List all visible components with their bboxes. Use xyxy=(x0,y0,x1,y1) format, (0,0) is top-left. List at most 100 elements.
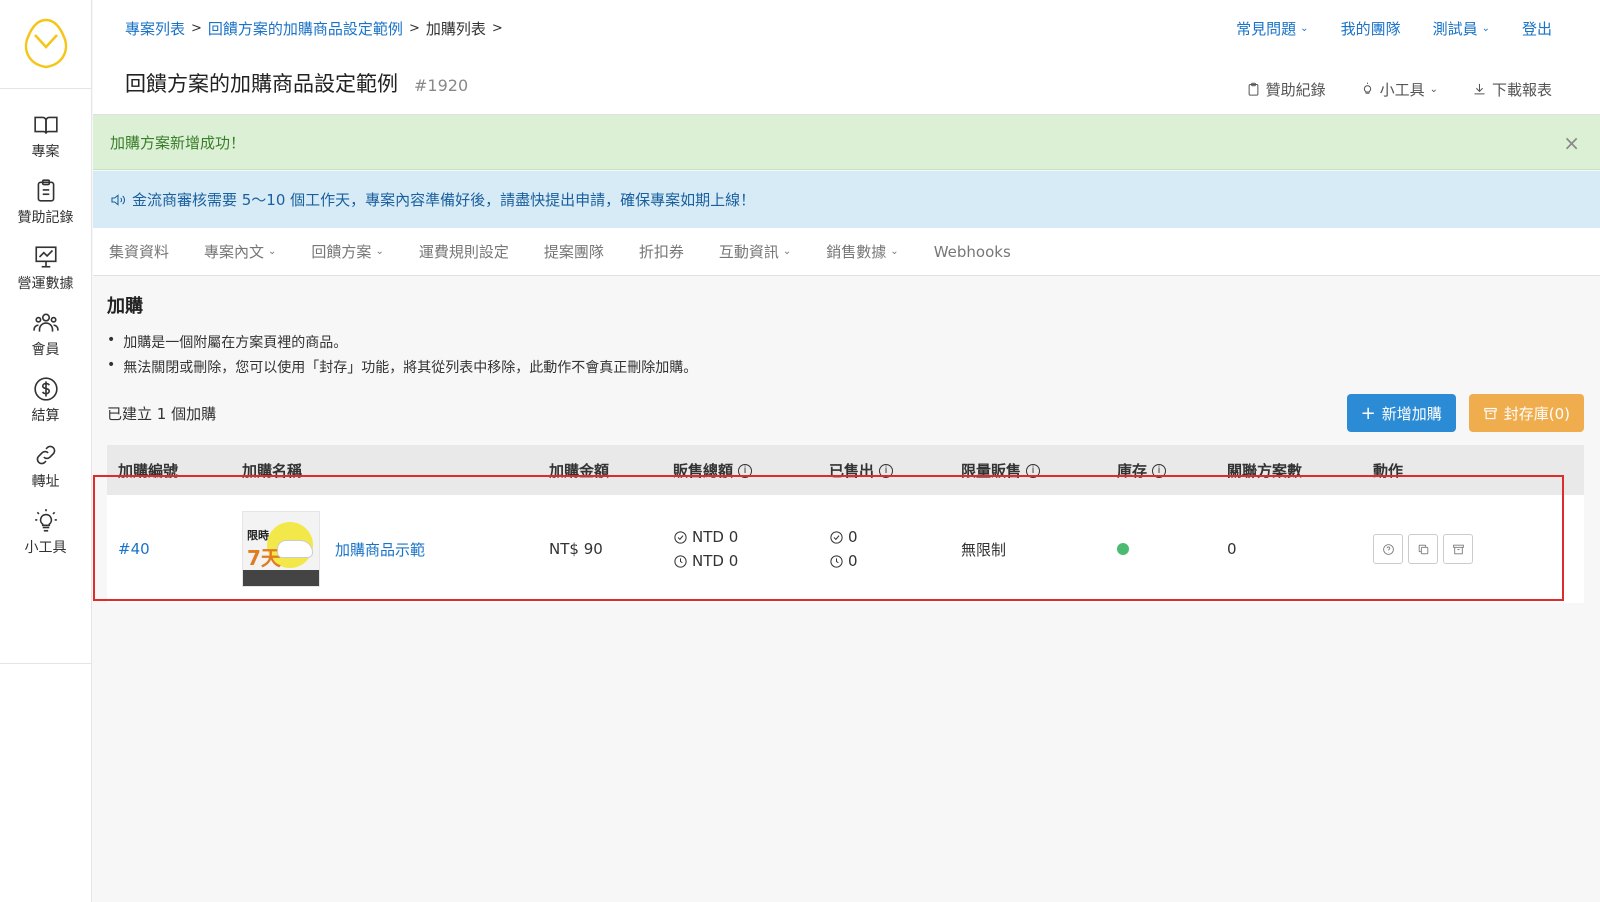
table-header-row: 加購編號 加購名稱 加購金額 販售總額 i 已售出 i 限量販售 i 庫存 i 關聯方案… xyxy=(107,445,1584,495)
sidebar-nav: 專案 贊助記錄 營運數據 會員 結算 轉址 小工具 xyxy=(0,89,91,664)
info-icon[interactable]: i xyxy=(879,464,894,478)
check-circle-icon xyxy=(830,530,843,544)
chevron-right-icon: > xyxy=(491,21,503,36)
archive-label: 封存庫(0) xyxy=(1503,404,1570,423)
download-report-button[interactable]: 下載報表 xyxy=(1472,79,1552,100)
page-title: 回饋方案的加購商品設定範例 #1920 xyxy=(125,68,468,98)
info-icon[interactable]: i xyxy=(738,464,753,478)
sold-cell: 0 0 xyxy=(818,495,950,603)
project-tabs: 集資資料 專案內文 ⌄ 回饋方案 ⌄ 運費規則設定 提案團隊 折扣券 互動資訊 ⌄ 銷… xyxy=(93,228,1600,276)
addon-name-link[interactable]: 加購商品示範 xyxy=(335,539,425,560)
addon-id-link[interactable]: #40 xyxy=(118,540,150,558)
sidebar-item-projects[interactable]: 專案 xyxy=(0,103,91,169)
sidebar-item-members[interactable]: 會員 xyxy=(0,301,91,367)
product-thumbnail: 限時 7天 xyxy=(242,511,320,587)
archive-icon xyxy=(1484,407,1497,419)
archive-row-button[interactable] xyxy=(1443,534,1473,564)
my-team-link[interactable]: 我的團隊 xyxy=(1341,18,1401,39)
related-plans-cell: 0 xyxy=(1227,540,1237,558)
tab-webhooks[interactable]: Webhooks xyxy=(934,243,1011,261)
col-header: 加購金額 xyxy=(549,461,610,480)
success-message: 加購方案新增成功！ xyxy=(110,133,246,152)
tab-shipping-rules[interactable]: 運費規則設定 xyxy=(419,241,509,262)
breadcrumb-projects[interactable]: 專案列表 xyxy=(125,18,185,39)
chevron-down-icon: ⌄ xyxy=(1429,84,1438,95)
faq-menu[interactable]: 常見問題 ⌄ xyxy=(1236,18,1308,39)
plus-icon: + xyxy=(1360,402,1376,424)
actions-cell xyxy=(1362,495,1584,603)
info-icon[interactable]: i xyxy=(1152,464,1167,478)
tab-funding-info[interactable]: 集資資料 xyxy=(109,241,169,262)
breadcrumb-project[interactable]: 回饋方案的加購商品設定範例 xyxy=(208,18,403,39)
link-icon xyxy=(36,445,55,464)
close-icon[interactable]: × xyxy=(1563,131,1580,155)
header: 專案列表 > 回饋方案的加購商品設定範例 > 加購列表 > 常見問題 ⌄ 我的團隊… xyxy=(93,0,1600,115)
chevron-down-icon: ⌄ xyxy=(1481,23,1490,34)
tab-reward-plans[interactable]: 回饋方案 ⌄ xyxy=(311,241,383,262)
main-content: 加購 加購是一個附屬在方案頁裡的商品。 無法關閉或刪除，您可以使用「封存」功能，… xyxy=(107,276,1584,603)
note-item: 加購是一個附屬在方案頁裡的商品。 xyxy=(107,332,1584,352)
chevron-down-icon: ⌄ xyxy=(268,246,277,257)
tab-label: 回饋方案 xyxy=(311,243,372,261)
breadcrumb-current: 加購列表 xyxy=(425,20,486,38)
sidebar-item-redirect[interactable]: 轉址 xyxy=(0,433,91,499)
add-addon-label: 新增加購 xyxy=(1381,404,1442,423)
book-icon xyxy=(33,116,58,134)
sidebar-item-label: 轉址 xyxy=(31,473,60,490)
tab-sales-data[interactable]: 銷售數據 ⌄ xyxy=(826,241,898,262)
user-menu[interactable]: 測試員 ⌄ xyxy=(1433,18,1490,39)
sidebar-item-sponsor-records[interactable]: 贊助記錄 xyxy=(0,169,91,235)
addon-name-cell: 限時 7天 加購商品示範 xyxy=(231,495,538,603)
sales-pending: NTD 0 xyxy=(673,552,818,570)
clock-icon xyxy=(830,554,843,568)
help-button[interactable] xyxy=(1373,534,1403,564)
sold-pending: 0 xyxy=(829,552,950,570)
sidebar-item-tools[interactable]: 小工具 xyxy=(0,499,91,565)
sponsor-log-button[interactable]: 贊助紀錄 xyxy=(1246,79,1326,100)
logout-link[interactable]: 登出 xyxy=(1522,18,1552,39)
archive-button[interactable]: 封存庫(0) xyxy=(1468,394,1584,432)
question-icon xyxy=(1382,543,1394,555)
info-icon[interactable]: i xyxy=(1026,464,1041,478)
logo[interactable] xyxy=(0,0,91,89)
tab-coupons[interactable]: 折扣券 xyxy=(639,241,684,262)
sold-pending-value: 0 xyxy=(848,552,858,570)
sidebar-item-label: 結算 xyxy=(31,407,60,424)
stock-cell xyxy=(1106,495,1216,603)
tab-team[interactable]: 提案團隊 xyxy=(544,241,604,262)
sidebar-item-settlement[interactable]: 結算 xyxy=(0,367,91,433)
widgets-menu[interactable]: 小工具 ⌄ xyxy=(1360,79,1438,100)
col-header-label: 限量販售 xyxy=(961,461,1022,480)
sales-confirmed: NTD 0 xyxy=(673,528,818,546)
add-addon-button[interactable]: + 新增加購 xyxy=(1346,394,1456,432)
chevron-right-icon: > xyxy=(408,21,420,36)
archive-icon xyxy=(1452,544,1464,554)
sales-confirmed-value: NTD 0 xyxy=(692,528,739,546)
summary-row: 已建立 1 個加購 + 新增加購 封存庫(0) xyxy=(107,393,1584,433)
col-header: 關聯方案數 xyxy=(1227,461,1303,480)
col-header: 加購名稱 xyxy=(242,461,303,480)
download-label: 下載報表 xyxy=(1491,81,1552,99)
tab-project-content[interactable]: 專案內文 ⌄ xyxy=(204,241,276,262)
addon-table: 加購編號 加購名稱 加購金額 販售總額 i 已售出 i 限量販售 i 庫存 i 關聯方案… xyxy=(107,445,1584,603)
sales-total: NTD 0 NTD 0 xyxy=(673,528,818,570)
col-header-label: 販售總額 xyxy=(673,461,734,480)
clipboard-icon xyxy=(37,178,54,202)
speaker-icon xyxy=(111,193,125,206)
sidebar: 專案 贊助記錄 營運數據 會員 結算 轉址 小工具 xyxy=(0,0,92,902)
copy-button[interactable] xyxy=(1408,534,1438,564)
sidebar-item-label: 專案 xyxy=(31,143,60,160)
download-icon xyxy=(1474,83,1485,95)
chevron-down-icon: ⌄ xyxy=(375,246,384,257)
tab-label: 互動資訊 xyxy=(718,243,779,261)
addon-count: 已建立 1 個加購 xyxy=(107,404,217,423)
addon-price: NT$ 90 xyxy=(549,540,603,558)
sidebar-item-label: 營運數據 xyxy=(17,275,74,292)
limit-cell: 無限制 xyxy=(961,540,1007,559)
sidebar-item-operations[interactable]: 營運數據 xyxy=(0,235,91,301)
tab-interactions[interactable]: 互動資訊 ⌄ xyxy=(719,241,791,262)
logo-icon xyxy=(24,18,67,69)
check-circle-icon xyxy=(674,530,687,544)
widgets-label: 小工具 xyxy=(1379,81,1425,99)
chart-icon xyxy=(34,245,57,268)
